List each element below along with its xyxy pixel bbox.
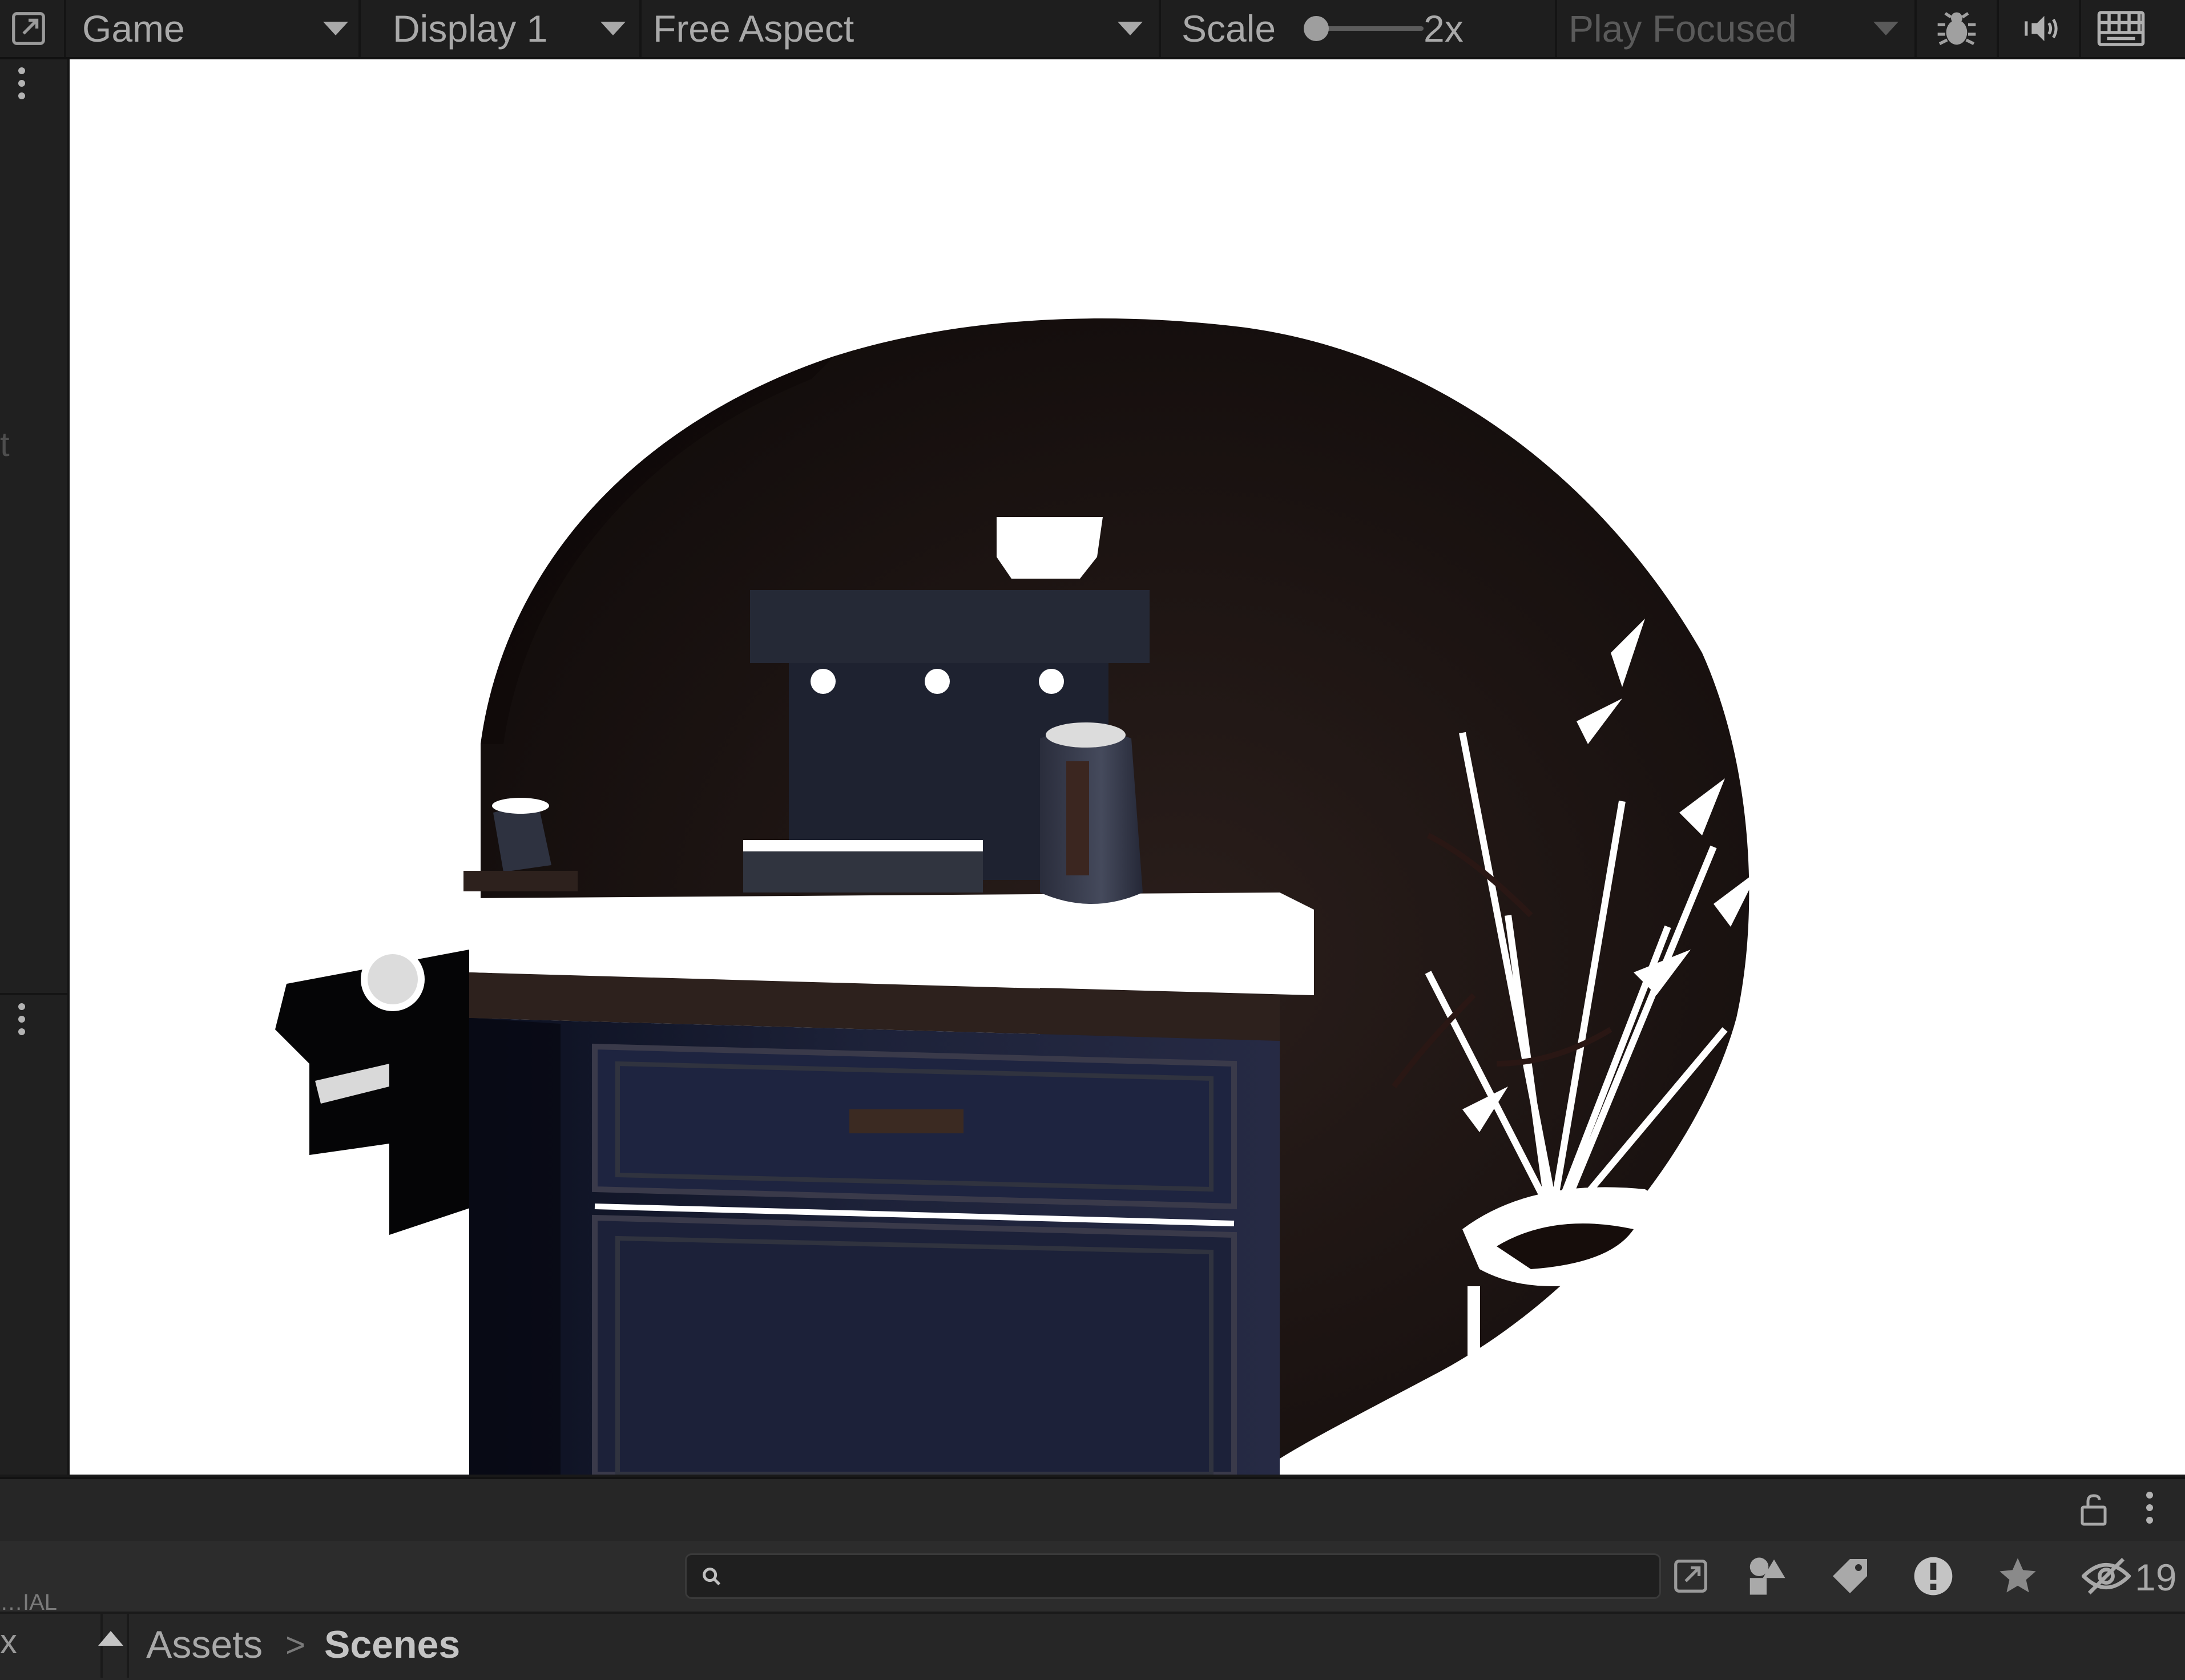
shapes-icon[interactable] xyxy=(1735,1552,1798,1600)
view-type-label: Game xyxy=(82,7,185,50)
warning-icon[interactable] xyxy=(1902,1552,1965,1600)
grinder-hopper xyxy=(997,517,1103,579)
scale-slider-track[interactable] xyxy=(1315,26,1424,31)
chevron-down-icon xyxy=(1118,22,1143,35)
search-icon xyxy=(698,1563,725,1590)
search-by-type-icon[interactable] xyxy=(1662,1552,1719,1600)
drawer-bottom xyxy=(592,1214,1237,1475)
clipped-left-symbol: x xyxy=(0,1622,17,1661)
tag-icon[interactable] xyxy=(1819,1552,1881,1600)
kettle xyxy=(1040,730,1143,904)
bug-icon[interactable] xyxy=(1917,0,1997,57)
play-mode-label: Play Focused xyxy=(1569,7,1797,50)
hierarchy-panel-collapsed: t xyxy=(0,59,70,1475)
chevron-down-icon xyxy=(323,22,348,35)
scale-value: 2x xyxy=(1424,7,1464,50)
game-view-toolbar: Game Display 1 Free Aspect Scale 2x Play… xyxy=(0,0,2185,59)
display-label: Display 1 xyxy=(393,7,548,50)
breadcrumb-scenes[interactable]: Scenes xyxy=(324,1612,460,1678)
breadcrumb-separator-icon: > xyxy=(285,1625,306,1664)
hidden-packages-count: 19 xyxy=(2135,1556,2177,1598)
scale-label: Scale xyxy=(1182,7,1276,50)
drawer-handle xyxy=(849,1109,964,1133)
more-options-icon[interactable] xyxy=(18,1003,25,1041)
search-field[interactable] xyxy=(685,1553,1661,1599)
aspect-dropdown[interactable]: Free Aspect xyxy=(642,0,1159,57)
display-dropdown[interactable]: Display 1 xyxy=(361,0,639,57)
breadcrumb-assets[interactable]: Assets xyxy=(146,1612,263,1678)
maximize-window-icon[interactable] xyxy=(0,0,57,57)
breadcrumb-label: Assets xyxy=(146,1623,263,1666)
panel-divider xyxy=(0,993,67,995)
more-options-icon[interactable] xyxy=(18,67,25,105)
game-view-render[interactable] xyxy=(70,59,2185,1475)
play-mode-dropdown[interactable]: Play Focused xyxy=(1557,0,1914,57)
keyboard-icon[interactable] xyxy=(2081,0,2161,57)
scale-slider-thumb[interactable] xyxy=(1304,16,1329,41)
chevron-down-icon xyxy=(1873,22,1898,35)
star-icon[interactable] xyxy=(1986,1552,2049,1600)
espresso-machine xyxy=(750,590,1150,663)
lock-icon[interactable] xyxy=(2075,1489,2112,1530)
clipped-panel-text: t xyxy=(0,425,10,463)
aspect-label: Free Aspect xyxy=(653,7,854,50)
scale-control: Scale 2x xyxy=(1161,0,1555,57)
project-panel-header xyxy=(0,1477,2185,1543)
more-options-icon[interactable] xyxy=(2146,1492,2153,1529)
chevron-down-icon xyxy=(600,22,626,35)
eye-slash-icon[interactable] xyxy=(2078,1552,2135,1600)
breadcrumb-label: Scenes xyxy=(324,1623,461,1666)
view-type-dropdown[interactable]: Game xyxy=(70,0,358,57)
speaker-icon[interactable] xyxy=(1999,0,2079,57)
scene-render xyxy=(275,318,1759,1475)
chevron-up-icon[interactable] xyxy=(98,1631,123,1646)
